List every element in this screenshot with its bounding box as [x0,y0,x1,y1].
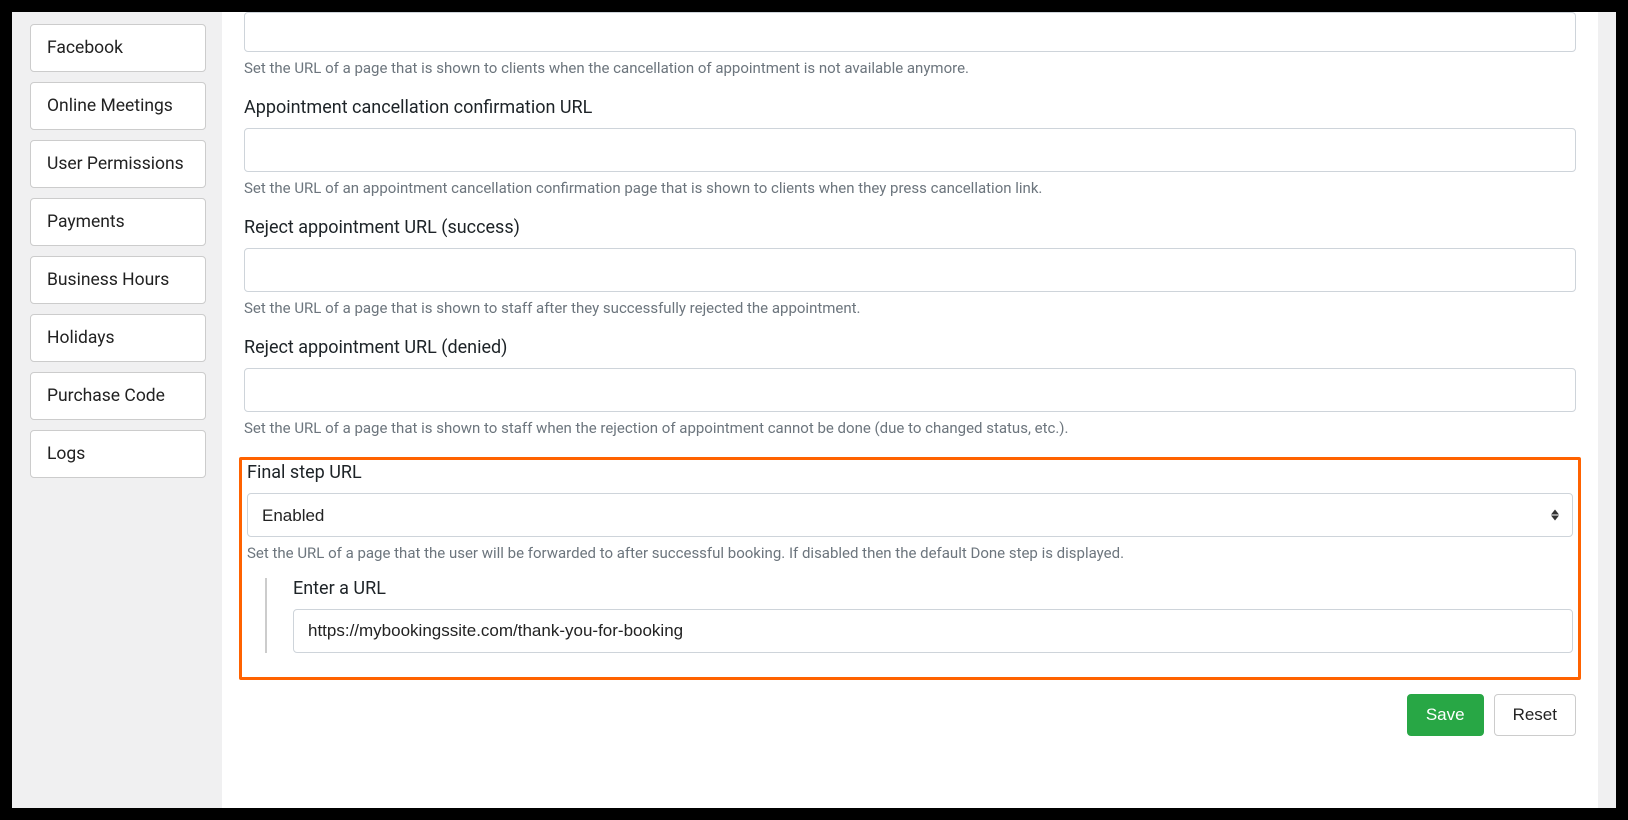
app-frame: Facebook Online Meetings User Permission… [12,12,1616,808]
final-step-url-label: Enter a URL [293,578,1573,599]
cancel-confirmation-input[interactable] [244,128,1576,172]
reject-success-label: Reject appointment URL (success) [244,217,1576,238]
sidebar-item-holidays[interactable]: Holidays [30,314,206,362]
final-step-highlight: Final step URL Enabled Set the URL of a … [239,457,1581,680]
reject-denied-label: Reject appointment URL (denied) [244,337,1576,358]
sidebar-item-business-hours[interactable]: Business Hours [30,256,206,304]
final-step-url-block: Enter a URL [265,578,1573,653]
save-button[interactable]: Save [1407,694,1484,736]
button-row: Save Reset [244,694,1576,736]
final-step-label: Final step URL [247,462,1573,483]
reset-button[interactable]: Reset [1494,694,1576,736]
cancel-confirmation-help: Set the URL of an appointment cancellati… [244,178,1576,199]
main-content: Set the URL of a page that is shown to c… [222,12,1598,808]
sidebar-item-payments[interactable]: Payments [30,198,206,246]
sidebar-item-logs[interactable]: Logs [30,430,206,478]
reject-success-help: Set the URL of a page that is shown to s… [244,298,1576,319]
reject-denied-help: Set the URL of a page that is shown to s… [244,418,1576,439]
form-group-cancel-not-available: Set the URL of a page that is shown to c… [244,12,1576,79]
form-group-cancel-confirmation: Appointment cancellation confirmation UR… [244,97,1576,199]
final-step-select[interactable]: Enabled [247,493,1573,537]
sidebar-item-purchase-code[interactable]: Purchase Code [30,372,206,420]
final-step-select-wrap: Enabled [247,493,1573,537]
sidebar-item-facebook[interactable]: Facebook [30,24,206,72]
cancel-not-available-input[interactable] [244,12,1576,52]
reject-denied-input[interactable] [244,368,1576,412]
form-group-reject-denied: Reject appointment URL (denied) Set the … [244,337,1576,439]
sidebar-item-online-meetings[interactable]: Online Meetings [30,82,206,130]
sidebar: Facebook Online Meetings User Permission… [12,12,222,808]
final-step-help: Set the URL of a page that the user will… [247,543,1573,564]
final-step-url-input[interactable] [293,609,1573,653]
cancel-confirmation-label: Appointment cancellation confirmation UR… [244,97,1576,118]
form-group-reject-success: Reject appointment URL (success) Set the… [244,217,1576,319]
reject-success-input[interactable] [244,248,1576,292]
sidebar-item-user-permissions[interactable]: User Permissions [30,140,206,188]
cancel-not-available-help: Set the URL of a page that is shown to c… [244,58,1576,79]
form-group-final-step: Final step URL Enabled Set the URL of a … [247,462,1573,653]
